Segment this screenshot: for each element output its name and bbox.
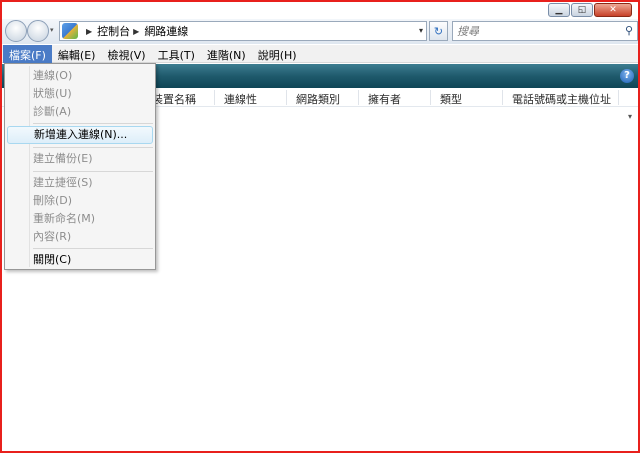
column-connectivity[interactable]: 連線性 bbox=[224, 91, 257, 107]
refresh-button[interactable]: ↻ bbox=[429, 21, 448, 41]
control-panel-icon bbox=[62, 23, 78, 39]
chevron-down-icon[interactable]: ▾ bbox=[628, 112, 632, 121]
menu-file[interactable]: 檔案(F) bbox=[3, 45, 52, 63]
column-divider[interactable] bbox=[286, 90, 287, 105]
search-placeholder: 搜尋 bbox=[457, 25, 479, 38]
menu-item-close[interactable]: 關閉(C) bbox=[7, 251, 153, 269]
recent-pages-dropdown-icon[interactable]: ▾ bbox=[50, 26, 58, 34]
breadcrumb-separator-icon[interactable]: ▶ bbox=[86, 27, 92, 36]
column-phone-or-host[interactable]: 電話號碼或主機位址 bbox=[512, 91, 611, 107]
menu-item-connect[interactable]: 連線(O) bbox=[7, 67, 153, 85]
back-button[interactable] bbox=[5, 20, 27, 42]
column-divider[interactable] bbox=[502, 90, 503, 105]
menu-edit[interactable]: 編輯(E) bbox=[52, 45, 102, 63]
explorer-window: ▁ ◱ ✕ ▾ ▶ 控制台 ▶ 網路連線 ▾ ↻ 搜尋 ⚲ 檔案(F) 編輯(E… bbox=[0, 0, 640, 453]
column-divider[interactable] bbox=[618, 90, 619, 105]
file-menu-dropdown: 連線(O) 狀態(U) 診斷(A) 新增連入連線(N)... 建立備份(E) 建… bbox=[4, 63, 156, 270]
column-divider[interactable] bbox=[430, 90, 431, 105]
column-owner[interactable]: 擁有者 bbox=[368, 91, 401, 107]
menu-separator bbox=[33, 147, 153, 148]
menu-item-new-incoming-connection[interactable]: 新增連入連線(N)... bbox=[7, 126, 153, 144]
menu-advanced[interactable]: 進階(N) bbox=[201, 45, 252, 63]
column-type[interactable]: 類型 bbox=[440, 91, 462, 107]
menu-view[interactable]: 檢視(V) bbox=[101, 45, 151, 63]
maximize-button[interactable]: ◱ bbox=[571, 3, 593, 17]
search-icon[interactable]: ⚲ bbox=[625, 24, 633, 37]
menu-separator bbox=[33, 171, 153, 172]
breadcrumb-control-panel[interactable]: 控制台 bbox=[97, 23, 130, 39]
refresh-icon: ↻ bbox=[433, 24, 444, 38]
column-divider[interactable] bbox=[358, 90, 359, 105]
forward-button[interactable] bbox=[27, 20, 49, 42]
column-network-category[interactable]: 網路類別 bbox=[296, 91, 340, 107]
menu-item-diagnose[interactable]: 診斷(A) bbox=[7, 103, 153, 121]
column-device-name[interactable]: 裝置名稱 bbox=[152, 91, 196, 107]
menu-item-delete[interactable]: 刪除(D) bbox=[7, 192, 153, 210]
menu-bar: 檔案(F) 編輯(E) 檢視(V) 工具(T) 進階(N) 說明(H) bbox=[2, 45, 638, 63]
menu-item-properties[interactable]: 內容(R) bbox=[7, 228, 153, 246]
menu-item-create-copy[interactable]: 建立備份(E) bbox=[7, 150, 153, 168]
address-dropdown-icon[interactable]: ▾ bbox=[419, 26, 423, 35]
column-divider[interactable] bbox=[214, 90, 215, 105]
breadcrumb-separator-icon[interactable]: ▶ bbox=[133, 27, 139, 36]
address-bar[interactable]: ▶ 控制台 ▶ 網路連線 ▾ bbox=[59, 21, 427, 41]
close-button[interactable]: ✕ bbox=[594, 3, 632, 17]
menu-item-create-shortcut[interactable]: 建立捷徑(S) bbox=[7, 174, 153, 192]
breadcrumb-network-connections[interactable]: 網路連線 bbox=[144, 23, 188, 39]
menu-item-status[interactable]: 狀態(U) bbox=[7, 85, 153, 103]
address-row: ▾ ▶ 控制台 ▶ 網路連線 ▾ ↻ 搜尋 ⚲ bbox=[2, 19, 638, 44]
menu-separator bbox=[33, 248, 153, 249]
menu-tools[interactable]: 工具(T) bbox=[152, 45, 201, 63]
minimize-button[interactable]: ▁ bbox=[548, 3, 570, 17]
caption-buttons: ▁ ◱ ✕ bbox=[548, 3, 632, 17]
menu-item-rename[interactable]: 重新命名(M) bbox=[7, 210, 153, 228]
help-icon[interactable]: ? bbox=[620, 69, 634, 83]
menu-help[interactable]: 說明(H) bbox=[252, 45, 303, 63]
menu-separator bbox=[33, 123, 153, 124]
search-input[interactable]: 搜尋 ⚲ bbox=[452, 21, 638, 41]
